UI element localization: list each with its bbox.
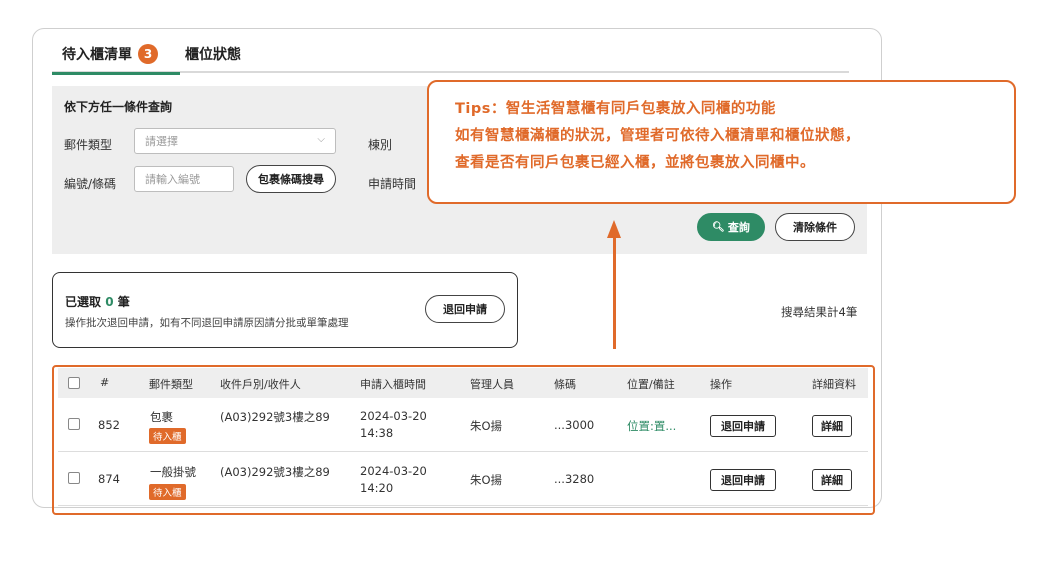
filter-title: 依下方任一條件查詢 [64, 100, 173, 114]
row-mail-type: 一般掛號 [150, 465, 196, 479]
return-request-label: 退回申請 [721, 420, 765, 433]
row-time: 14:38 [360, 426, 394, 440]
tip-line-2: 如有智慧櫃滿櫃的狀況，管理者可依待入櫃清單和櫃位狀態， [455, 128, 860, 144]
tips-callout: Tips：智生活智慧櫃有同戶包裹放入同櫃的功能 如有智慧櫃滿櫃的狀況，管理者可依… [427, 80, 1016, 204]
row-date: 2024-03-20 [360, 464, 427, 478]
batch-description: 操作批次退回申請，如有不同退回申請原因請分批或單筆處理 [65, 317, 349, 329]
select-all-checkbox[interactable] [68, 377, 80, 389]
code-label: 編號/條碼 [64, 177, 117, 191]
header-mail-type: 郵件類型 [149, 378, 193, 391]
chevron-down-icon: ⌵ [317, 134, 325, 145]
return-request-button[interactable]: 退回申請 [710, 469, 776, 491]
arrow-line [613, 236, 616, 349]
row-location[interactable]: 位置:置... [627, 418, 676, 434]
code-input[interactable]: 請輸入編號 [134, 166, 234, 192]
code-placeholder: 請輸入編號 [145, 173, 200, 186]
header-action: 操作 [710, 378, 732, 391]
query-button[interactable]: 🔍︎ 查詢 [697, 213, 765, 241]
row-divider [58, 451, 868, 452]
mail-type-select[interactable]: 請選擇 ⌵ [134, 128, 336, 154]
status-badge: 待入櫃 [149, 428, 186, 444]
batch-selection-panel: 已選取 0 筆 操作批次退回申請，如有不同退回申請原因請分批或單筆處理 退回申請 [52, 272, 518, 348]
tab-pending-label: 待入櫃清單 [62, 47, 132, 63]
selected-suffix: 筆 [117, 295, 130, 309]
header-index: # [100, 376, 110, 389]
row-checkbox[interactable] [68, 472, 80, 484]
detail-button[interactable]: 詳細 [812, 469, 852, 491]
header-barcode: 條碼 [554, 378, 576, 391]
selected-prefix: 已選取 [65, 295, 102, 309]
pending-count-badge: 3 [138, 44, 158, 64]
batch-return-label: 退回申請 [443, 303, 487, 316]
row-manager: 朱O揚 [470, 473, 503, 487]
apply-time-label: 申請時間 [368, 177, 417, 191]
detail-label: 詳細 [821, 420, 843, 433]
row-recipient: (A03)292號3樓之89 [220, 465, 330, 479]
row-barcode: ...3280 [554, 472, 595, 486]
row-date: 2024-03-20 [360, 409, 427, 423]
row-id: 852 [98, 418, 120, 432]
header-manager: 管理人員 [470, 378, 514, 391]
clear-label: 清除條件 [793, 221, 837, 234]
tab-status-label: 櫃位狀態 [185, 47, 241, 63]
row-id: 874 [98, 472, 120, 486]
status-badge: 待入櫃 [149, 484, 186, 500]
header-apply-time: 申請入櫃時間 [360, 378, 426, 391]
mail-type-label: 郵件類型 [64, 138, 113, 152]
tab-bar: 待入櫃清單 3 櫃位狀態 [52, 33, 849, 75]
selected-count-title: 已選取 0 筆 [65, 293, 130, 310]
row-checkbox[interactable] [68, 418, 80, 430]
selected-count: 0 [105, 295, 114, 309]
query-label: 查詢 [727, 221, 750, 234]
mail-type-placeholder: 請選擇 [145, 135, 178, 148]
header-recipient: 收件戶別/收件人 [220, 378, 301, 391]
header-detail: 詳細資料 [812, 378, 856, 391]
detail-label: 詳細 [821, 474, 843, 487]
barcode-search-label: 包裹條碼搜尋 [258, 173, 324, 186]
row-manager: 朱O揚 [470, 419, 503, 433]
row-mail-type: 包裹 [150, 410, 173, 424]
row-divider [58, 505, 868, 506]
row-recipient: (A03)292號3樓之89 [220, 410, 330, 424]
batch-return-button[interactable]: 退回申請 [425, 295, 505, 323]
row-time: 14:20 [360, 481, 394, 495]
detail-button[interactable]: 詳細 [812, 415, 852, 437]
header-location: 位置/備註 [627, 378, 675, 391]
building-label: 棟別 [368, 138, 393, 152]
tab-locker-status[interactable]: 櫃位狀態 [185, 39, 241, 69]
search-icon: 🔍︎ [712, 221, 725, 233]
tip-line-1: Tips：智生活智慧櫃有同戶包裹放入同櫃的功能 [455, 101, 776, 117]
tip-line-3: 查看是否有同戶包裹已經入櫃，並將包裹放入同櫃中。 [455, 155, 815, 171]
return-request-button[interactable]: 退回申請 [710, 415, 776, 437]
return-request-label: 退回申請 [721, 474, 765, 487]
tab-pending-list[interactable]: 待入櫃清單 3 [52, 39, 180, 75]
clear-conditions-button[interactable]: 清除條件 [775, 213, 855, 241]
barcode-search-button[interactable]: 包裹條碼搜尋 [246, 165, 336, 193]
search-result-count: 搜尋結果計4筆 [781, 305, 858, 319]
row-barcode: ...3000 [554, 418, 595, 432]
